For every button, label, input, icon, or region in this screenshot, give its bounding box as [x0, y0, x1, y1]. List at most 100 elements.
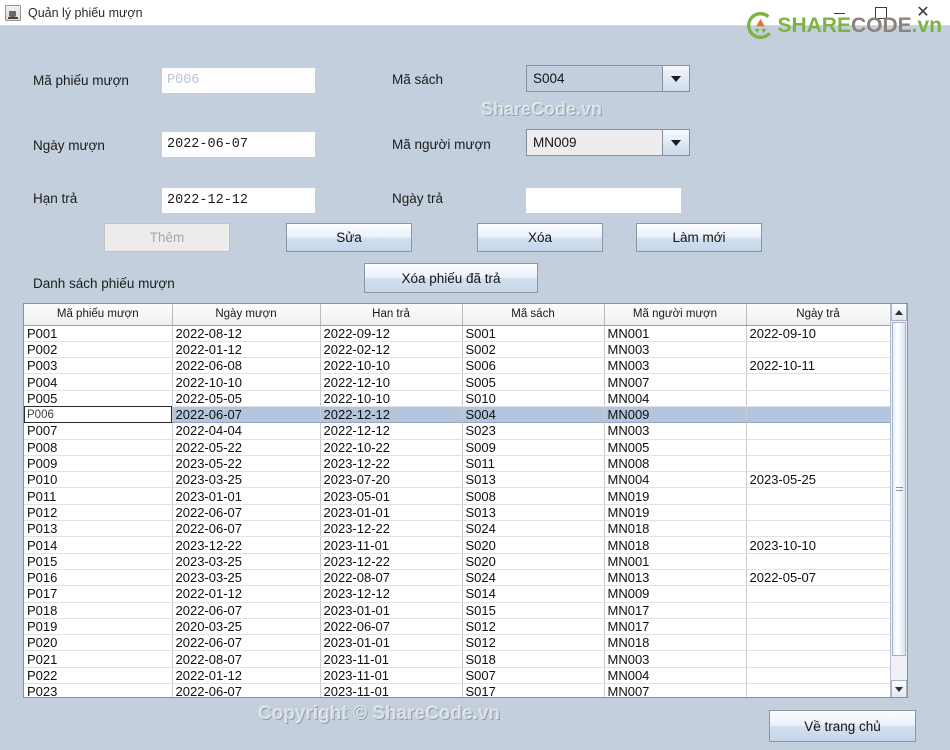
table-cell[interactable]: MN001 [604, 325, 747, 342]
table-cell[interactable]: MN008 [604, 455, 747, 473]
table-cell[interactable]: 2022-01-12 [172, 585, 321, 603]
chevron-down-icon[interactable] [663, 66, 689, 91]
table-row[interactable]: P014 2023-12-22 2023-11-01 S020 MN018 2023-10… [24, 536, 890, 554]
table-cell[interactable]: 2022-06-07 [172, 520, 321, 538]
column-header-0[interactable]: Mã phiếu mượn [24, 304, 173, 326]
table-row[interactable]: P016 2023-03-25 2022-08-07 S024 MN013 2022-05… [24, 569, 890, 587]
table-cell[interactable]: P010 [24, 471, 173, 489]
table-cell[interactable]: 2022-12-12 [320, 422, 463, 440]
table-cell[interactable]: S017 [462, 683, 605, 697]
table-cell[interactable]: MN003 [604, 422, 747, 440]
scrollbar-thumb[interactable] [892, 322, 906, 656]
table-cell[interactable]: P019 [24, 618, 173, 636]
table-cell[interactable]: S023 [462, 422, 605, 440]
table-cell[interactable]: S012 [462, 634, 605, 652]
scrollbar-track[interactable] [891, 321, 907, 680]
table-cell[interactable]: S018 [462, 650, 605, 668]
xoa-phieu-da-tra-button[interactable]: Xóa phiếu đã trả [364, 263, 538, 293]
table-cell[interactable]: 2023-05-25 [746, 471, 890, 489]
ngay-tra-input[interactable] [526, 188, 681, 213]
table-cell[interactable]: MN019 [604, 487, 747, 505]
table-row[interactable]: P005 2022-05-05 2022-10-10 S010 MN004 [24, 390, 890, 407]
table-cell[interactable]: MN007 [604, 683, 747, 697]
table-row[interactable]: P004 2022-10-10 2022-12-10 S005 MN007 [24, 373, 890, 391]
table-cell[interactable] [746, 585, 890, 603]
table-cell[interactable]: S011 [462, 455, 605, 473]
table-cell[interactable]: MN018 [604, 536, 747, 554]
xoa-button[interactable]: Xóa [477, 223, 603, 252]
table-row[interactable]: P015 2023-03-25 2023-12-22 S020 MN001 [24, 553, 890, 570]
table-cell[interactable]: 2022-09-12 [320, 325, 463, 342]
ma-phieu-muon-input[interactable] [162, 68, 315, 93]
table-cell[interactable]: S004 [462, 406, 605, 424]
table-cell[interactable]: MN019 [604, 504, 747, 522]
table-cell[interactable]: 2023-05-01 [320, 487, 463, 505]
table-cell[interactable]: MN013 [604, 569, 747, 587]
table-cell[interactable]: 2022-08-07 [320, 569, 463, 587]
table-cell[interactable]: P018 [24, 602, 173, 619]
table-row[interactable]: P007 2022-04-04 2022-12-12 S023 MN003 [24, 422, 890, 440]
table-cell[interactable]: 2023-01-01 [320, 504, 463, 522]
table-cell[interactable]: P009 [24, 455, 173, 473]
table-row[interactable]: P021 2022-08-07 2023-11-01 S018 MN003 [24, 650, 890, 668]
table-cell[interactable]: P022 [24, 667, 173, 685]
table-cell[interactable]: MN018 [604, 520, 747, 538]
close-icon[interactable]: ✕ [902, 0, 944, 26]
table-row[interactable]: P019 2020-03-25 2022-06-07 S012 MN017 [24, 618, 890, 636]
lam-moi-button[interactable]: Làm mới [636, 223, 762, 252]
table-cell[interactable]: P023 [24, 683, 173, 697]
table-cell[interactable]: S020 [462, 553, 605, 570]
table-cell[interactable]: 2020-03-25 [172, 618, 321, 636]
table-cell[interactable]: S008 [462, 487, 605, 505]
table-cell[interactable]: MN018 [604, 634, 747, 652]
table-cell[interactable]: MN004 [604, 667, 747, 685]
table-row[interactable]: P022 2022-01-12 2023-11-01 S007 MN004 [24, 667, 890, 685]
table-cell[interactable]: 2023-03-25 [172, 553, 321, 570]
table-cell[interactable]: S010 [462, 390, 605, 407]
table-cell[interactable] [746, 341, 890, 359]
table-cell[interactable]: P002 [24, 341, 173, 359]
table-cell[interactable]: S002 [462, 341, 605, 359]
table-cell[interactable]: 2022-06-07 [172, 683, 321, 697]
table-cell[interactable]: 2023-12-22 [320, 553, 463, 570]
table-cell[interactable]: S001 [462, 325, 605, 342]
them-button[interactable]: Thêm [104, 223, 230, 252]
table-cell[interactable]: 2022-05-07 [746, 569, 890, 587]
table-cell[interactable]: P021 [24, 650, 173, 668]
table-cell[interactable]: MN007 [604, 373, 747, 391]
table-cell[interactable] [746, 650, 890, 668]
han-tra-input[interactable] [162, 188, 315, 213]
table-cell[interactable]: P005 [24, 390, 173, 407]
table-row[interactable]: P020 2022-06-07 2023-01-01 S012 MN018 [24, 634, 890, 652]
table-cell[interactable]: 2022-10-11 [746, 357, 890, 375]
table-cell[interactable]: P014 [24, 536, 173, 554]
table-cell[interactable]: MN005 [604, 439, 747, 456]
table-cell[interactable]: 2022-06-07 [172, 504, 321, 522]
table-cell[interactable]: P004 [24, 373, 173, 391]
table-cell[interactable]: MN017 [604, 618, 747, 636]
table-cell[interactable]: 2023-03-25 [172, 471, 321, 489]
table-cell[interactable]: MN003 [604, 341, 747, 359]
table-cell[interactable]: S013 [462, 471, 605, 489]
table-cell[interactable] [746, 683, 890, 697]
column-header-2[interactable]: Han trả [320, 304, 463, 326]
table-cell[interactable]: P015 [24, 553, 173, 570]
table-row[interactable]: P011 2023-01-01 2023-05-01 S008 MN019 [24, 487, 890, 505]
table-cell[interactable]: MN004 [604, 390, 747, 407]
chevron-down-icon[interactable] [663, 130, 689, 155]
table-cell[interactable]: MN009 [604, 585, 747, 603]
table-cell[interactable]: P013 [24, 520, 173, 538]
column-header-4[interactable]: Mã người mượn [604, 304, 747, 326]
table-cell[interactable]: P008 [24, 439, 173, 456]
table-row[interactable]: P023 2022-06-07 2023-11-01 S017 MN007 [24, 683, 890, 697]
table-cell[interactable]: P006 [24, 406, 173, 424]
table-cell[interactable]: 2023-12-22 [320, 520, 463, 538]
table-cell[interactable]: P003 [24, 357, 173, 375]
table-cell[interactable]: S009 [462, 439, 605, 456]
sua-button[interactable]: Sửa [286, 223, 412, 252]
table-cell[interactable]: S005 [462, 373, 605, 391]
table-cell[interactable]: MN003 [604, 357, 747, 375]
ma-sach-combobox[interactable]: S004 [526, 65, 690, 92]
table-cell[interactable]: 2022-06-07 [172, 406, 321, 424]
table-row[interactable]: P008 2022-05-22 2022-10-22 S009 MN005 [24, 439, 890, 456]
